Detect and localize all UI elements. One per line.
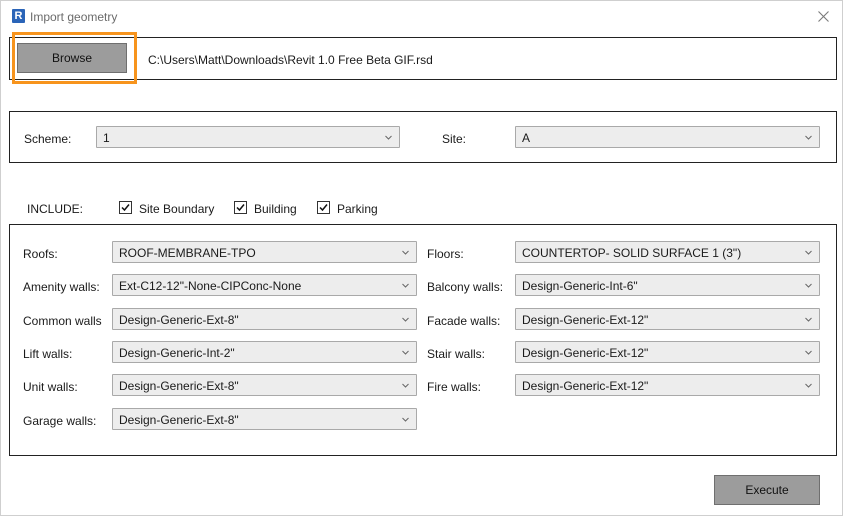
chevron-down-icon	[402, 317, 409, 322]
facade-walls-value: Design-Generic-Ext-12"	[522, 313, 649, 327]
facade-walls-dropdown[interactable]: Design-Generic-Ext-12"	[515, 308, 820, 330]
unit-walls-value: Design-Generic-Ext-8"	[119, 379, 239, 393]
chevron-down-icon	[805, 350, 812, 355]
window-title: Import geometry	[30, 10, 118, 24]
browse-button[interactable]: Browse	[17, 43, 127, 73]
site-value: A	[522, 131, 531, 145]
roofs-value: ROOF-MEMBRANE-TPO	[119, 246, 256, 260]
unit-walls-dropdown[interactable]: Design-Generic-Ext-8"	[112, 374, 417, 396]
facade-walls-label: Facade walls:	[427, 314, 501, 328]
scheme-label: Scheme:	[24, 132, 72, 146]
checkmark-icon	[121, 204, 130, 212]
chevron-down-icon	[805, 383, 812, 388]
floors-label: Floors:	[427, 247, 464, 261]
balcony-walls-label: Balcony walls:	[427, 280, 504, 294]
amenity-walls-value: Ext-C12-12"-None-CIPConc-None	[119, 279, 302, 293]
close-button[interactable]	[812, 5, 834, 27]
floors-dropdown[interactable]: COUNTERTOP- SOLID SURFACE 1 (3")	[515, 241, 820, 263]
scheme-value: 1	[103, 131, 110, 145]
stair-walls-label: Stair walls:	[427, 347, 486, 361]
file-path: C:\Users\Matt\Downloads\Revit 1.0 Free B…	[148, 53, 433, 67]
chevron-down-icon	[805, 135, 812, 140]
chevron-down-icon	[402, 250, 409, 255]
execute-button[interactable]: Execute	[714, 475, 820, 505]
amenity-walls-label: Amenity walls:	[23, 280, 100, 294]
fire-walls-value: Design-Generic-Ext-12"	[522, 379, 649, 393]
lift-walls-label: Lift walls:	[23, 347, 73, 361]
parking-label[interactable]: Parking	[337, 202, 378, 216]
amenity-walls-dropdown[interactable]: Ext-C12-12"-None-CIPConc-None	[112, 274, 417, 296]
close-icon	[817, 10, 829, 22]
chevron-down-icon	[385, 135, 392, 140]
parking-checkbox[interactable]	[317, 201, 330, 214]
roofs-label: Roofs:	[23, 247, 58, 261]
file-panel: Browse C:\Users\Matt\Downloads\Revit 1.0…	[9, 37, 837, 80]
garage-walls-dropdown[interactable]: Design-Generic-Ext-8"	[112, 408, 417, 430]
types-panel: Roofs: ROOF-MEMBRANE-TPO Amenity walls: …	[9, 224, 837, 456]
building-label[interactable]: Building	[254, 202, 297, 216]
site-boundary-checkbox[interactable]	[119, 201, 132, 214]
garage-walls-label: Garage walls:	[23, 414, 97, 428]
unit-walls-label: Unit walls:	[23, 380, 78, 394]
floors-value: COUNTERTOP- SOLID SURFACE 1 (3")	[522, 246, 742, 260]
scheme-dropdown[interactable]: 1	[96, 126, 400, 148]
chevron-down-icon	[805, 283, 812, 288]
chevron-down-icon	[805, 317, 812, 322]
balcony-walls-value: Design-Generic-Int-6"	[522, 279, 638, 293]
stair-walls-dropdown[interactable]: Design-Generic-Ext-12"	[515, 341, 820, 363]
common-walls-dropdown[interactable]: Design-Generic-Ext-8"	[112, 308, 417, 330]
common-walls-value: Design-Generic-Ext-8"	[119, 313, 239, 327]
checkmark-icon	[319, 204, 328, 212]
chevron-down-icon	[402, 417, 409, 422]
building-checkbox[interactable]	[234, 201, 247, 214]
chevron-down-icon	[402, 283, 409, 288]
fire-walls-label: Fire walls:	[427, 380, 482, 394]
chevron-down-icon	[402, 350, 409, 355]
common-walls-label: Common walls	[23, 314, 102, 328]
fire-walls-dropdown[interactable]: Design-Generic-Ext-12"	[515, 374, 820, 396]
import-geometry-dialog: R Import geometry Browse C:\Users\Matt\D…	[0, 0, 843, 516]
roofs-dropdown[interactable]: ROOF-MEMBRANE-TPO	[112, 241, 417, 263]
stair-walls-value: Design-Generic-Ext-12"	[522, 346, 649, 360]
site-boundary-label[interactable]: Site Boundary	[139, 202, 214, 216]
site-label: Site:	[442, 132, 467, 146]
site-dropdown[interactable]: A	[515, 126, 820, 148]
balcony-walls-dropdown[interactable]: Design-Generic-Int-6"	[515, 274, 820, 296]
chevron-down-icon	[805, 250, 812, 255]
garage-walls-value: Design-Generic-Ext-8"	[119, 413, 239, 427]
app-icon: R	[12, 9, 25, 23]
title-bar: R Import geometry	[1, 1, 842, 31]
lift-walls-value: Design-Generic-Int-2"	[119, 346, 235, 360]
chevron-down-icon	[402, 383, 409, 388]
scheme-site-panel: Scheme: 1 Site: A	[9, 111, 837, 163]
checkmark-icon	[236, 204, 245, 212]
include-label: INCLUDE:	[27, 202, 84, 216]
lift-walls-dropdown[interactable]: Design-Generic-Int-2"	[112, 341, 417, 363]
